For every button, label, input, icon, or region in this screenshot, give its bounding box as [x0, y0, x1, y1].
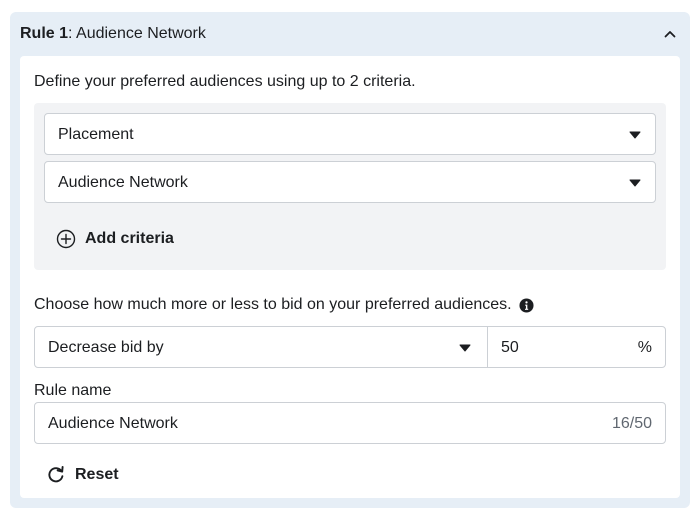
rule-card: Define your preferred audiences using up…	[20, 56, 680, 498]
rule-name-field: 16/50	[34, 402, 666, 444]
caret-down-icon	[629, 179, 641, 187]
bid-adjustment-select[interactable]: Decrease bid by	[34, 326, 488, 368]
placement-select[interactable]: Placement	[44, 113, 656, 155]
rule-name-label: Rule name	[34, 382, 112, 399]
caret-down-icon	[629, 131, 641, 139]
rule-title: Rule 1: Audience Network	[20, 25, 206, 43]
character-counter: 16/50	[611, 415, 652, 432]
bid-description-text: Choose how much more or less to bid on y…	[34, 296, 512, 313]
criteria-description: Define your preferred audiences using up…	[34, 73, 416, 90]
bid-amount-field: %	[487, 326, 666, 368]
bid-adjustment-row: Decrease bid by %	[34, 326, 666, 368]
bid-amount-input[interactable]	[501, 338, 611, 358]
bid-adjustment-value: Decrease bid by	[48, 339, 164, 356]
add-criteria-button[interactable]: Add criteria	[56, 228, 174, 250]
audience-network-select[interactable]: Audience Network	[44, 161, 656, 203]
criteria-box: Placement Audience Network Add criteria	[34, 103, 666, 270]
percent-unit: %	[637, 339, 652, 356]
add-criteria-label: Add criteria	[85, 230, 174, 247]
rule-title-text: : Audience Network	[68, 25, 206, 42]
placement-select-value: Placement	[58, 126, 134, 143]
bid-description: Choose how much more or less to bid on y…	[34, 296, 534, 314]
reset-label: Reset	[75, 466, 119, 483]
rule-number: Rule 1	[20, 25, 69, 42]
plus-circle-icon	[56, 229, 76, 249]
reset-button[interactable]: Reset	[46, 464, 119, 486]
refresh-icon	[48, 465, 64, 483]
info-icon-graphic	[519, 297, 534, 313]
collapse-button[interactable]	[660, 24, 680, 44]
audience-network-select-value: Audience Network	[58, 174, 188, 191]
rule-name-input[interactable]	[48, 414, 568, 434]
rule-header[interactable]: Rule 1: Audience Network	[10, 12, 690, 56]
caret-down-icon	[459, 344, 471, 352]
info-icon[interactable]	[519, 297, 534, 313]
rule-panel: Rule 1: Audience Network Define your pre…	[10, 12, 690, 508]
chevron-up-icon	[664, 31, 676, 38]
